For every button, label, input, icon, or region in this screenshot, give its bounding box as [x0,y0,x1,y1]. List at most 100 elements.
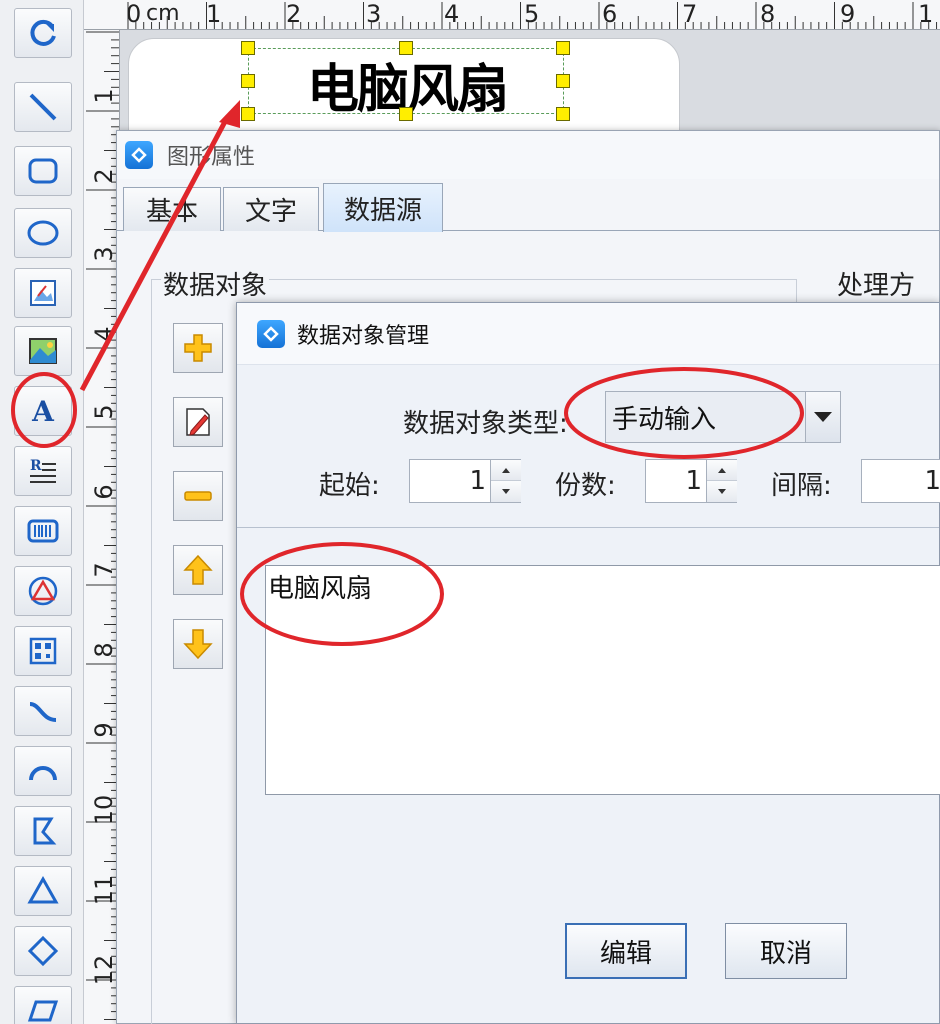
top-ruler-zero: 0 [126,0,142,28]
remove-button[interactable] [173,471,223,521]
top-ruler-number: 3 [366,0,382,28]
arc-icon [29,766,57,781]
start-value: 1 [469,466,486,496]
top-ruler: 0 cm 1 2 3 4 5 6 7 8 9 1 [84,0,940,30]
line-icon [29,93,57,121]
interval-value: 1 [924,466,940,496]
shape-tool-button[interactable] [14,566,72,616]
tab-datasource[interactable]: 数据源 [323,183,443,232]
triangle-tool-button[interactable] [14,866,72,916]
data-object-label: 数据对象 [161,265,270,302]
dialog-titlebar: 数据对象管理 [237,303,939,365]
barcode-icon [27,519,59,543]
picture-icon [30,280,56,306]
start-spinbox[interactable]: 1 [409,459,521,503]
left-ruler-number: 3 [90,246,118,262]
rounded-rectangle-icon [28,158,58,184]
resize-handle[interactable] [241,41,255,55]
left-ruler-number: 4 [90,326,118,342]
copies-label: 份数: [555,471,616,501]
top-ruler-number: 7 [682,0,698,28]
top-ruler-number: 9 [840,0,856,28]
image-tool-button[interactable] [14,326,72,376]
edit-confirm-button[interactable]: 编辑 [565,923,687,979]
spin-down-button[interactable] [707,481,737,502]
tab-text[interactable]: 文字 [223,187,319,231]
arrow-down-icon [502,489,510,494]
move-down-button[interactable] [173,619,223,669]
polyline-tool-button[interactable] [14,806,72,856]
move-up-button[interactable] [173,545,223,595]
edit-icon [186,408,210,436]
resize-handle[interactable] [241,107,255,121]
arrow-up-icon [502,467,510,473]
copies-value: 1 [685,466,702,496]
ellipse-tool-button[interactable] [14,208,72,258]
resize-handle[interactable] [556,74,570,88]
left-ruler-number: 1 [90,88,118,104]
diamond-tool-button[interactable] [14,926,72,976]
left-ruler-number: 9 [90,722,118,738]
resize-handle[interactable] [241,74,255,88]
spin-arrows [706,460,737,502]
left-ruler-number: 10 [90,794,118,826]
spin-up-button[interactable] [491,460,521,481]
dialog-title: 图形属性 [167,145,256,170]
top-ruler-number: 2 [286,0,302,28]
barcode-tool-button[interactable] [14,506,72,556]
curve-tool-button[interactable] [14,686,72,736]
add-button[interactable] [173,323,223,373]
dialog-titlebar: 图形属性 [117,131,939,179]
arc-tool-button[interactable] [14,746,72,796]
move-down-icon [183,629,213,660]
cancel-button[interactable]: 取消 [725,923,847,979]
spin-down-button[interactable] [491,481,521,502]
top-ruler-number: 1 [918,0,934,28]
remove-icon [184,491,212,501]
interval-spinbox[interactable]: 1 [861,459,940,503]
parallelogram-tool-button[interactable] [14,986,72,1024]
copies-spinbox[interactable]: 1 [645,459,737,503]
picture-tool-button[interactable] [14,268,72,318]
left-ruler: 1 2 3 4 5 6 7 8 9 10 11 12 [84,30,120,1024]
arrow-up-icon [718,467,726,473]
resize-handle[interactable] [556,41,570,55]
data-content-textarea[interactable]: 电脑风扇 [265,565,940,795]
left-toolbar: A R [0,0,84,1024]
left-ruler-number: 5 [90,404,118,420]
rich-text-tool-button[interactable]: R [14,446,72,496]
left-ruler-number: 11 [90,874,118,906]
object-type-dropdown-button[interactable] [805,391,841,443]
rounded-rect-tool-button[interactable] [14,146,72,196]
rotate-tool-button[interactable] [14,8,72,58]
move-up-icon [183,554,213,585]
svg-text:R: R [30,458,42,474]
resize-handle[interactable] [399,41,413,55]
separator [237,527,939,528]
text-tool-button[interactable]: A [14,386,72,436]
top-ruler-number: 6 [602,0,618,28]
resize-handle[interactable] [556,107,570,121]
add-icon [184,334,212,362]
qrcode-icon [29,637,57,665]
rich-text-icon: R [30,458,56,483]
qrcode-tool-button[interactable] [14,626,72,676]
arrow-down-icon [718,489,726,494]
resize-handle[interactable] [399,107,413,121]
edit-button[interactable] [173,397,223,447]
top-ruler-number: 1 [206,0,222,28]
data-object-manager-dialog: 数据对象管理 数据对象类型: 手动输入 起始: 1 份数: 1 间隔: 1 电脑… [236,302,940,1024]
image-icon [29,338,57,364]
ruler-unit: cm [146,1,180,26]
line-tool-button[interactable] [14,82,72,132]
curve-icon [29,702,57,722]
start-label: 起始: [319,471,380,501]
interval-label: 间隔: [771,471,832,501]
spin-up-button[interactable] [707,460,737,481]
polyline-icon [33,817,57,845]
triangle-icon [27,875,59,904]
chevron-down-icon [814,412,832,422]
tab-basic[interactable]: 基本 [123,187,221,231]
top-ruler-number: 8 [760,0,776,28]
app-logo-icon [257,319,285,348]
